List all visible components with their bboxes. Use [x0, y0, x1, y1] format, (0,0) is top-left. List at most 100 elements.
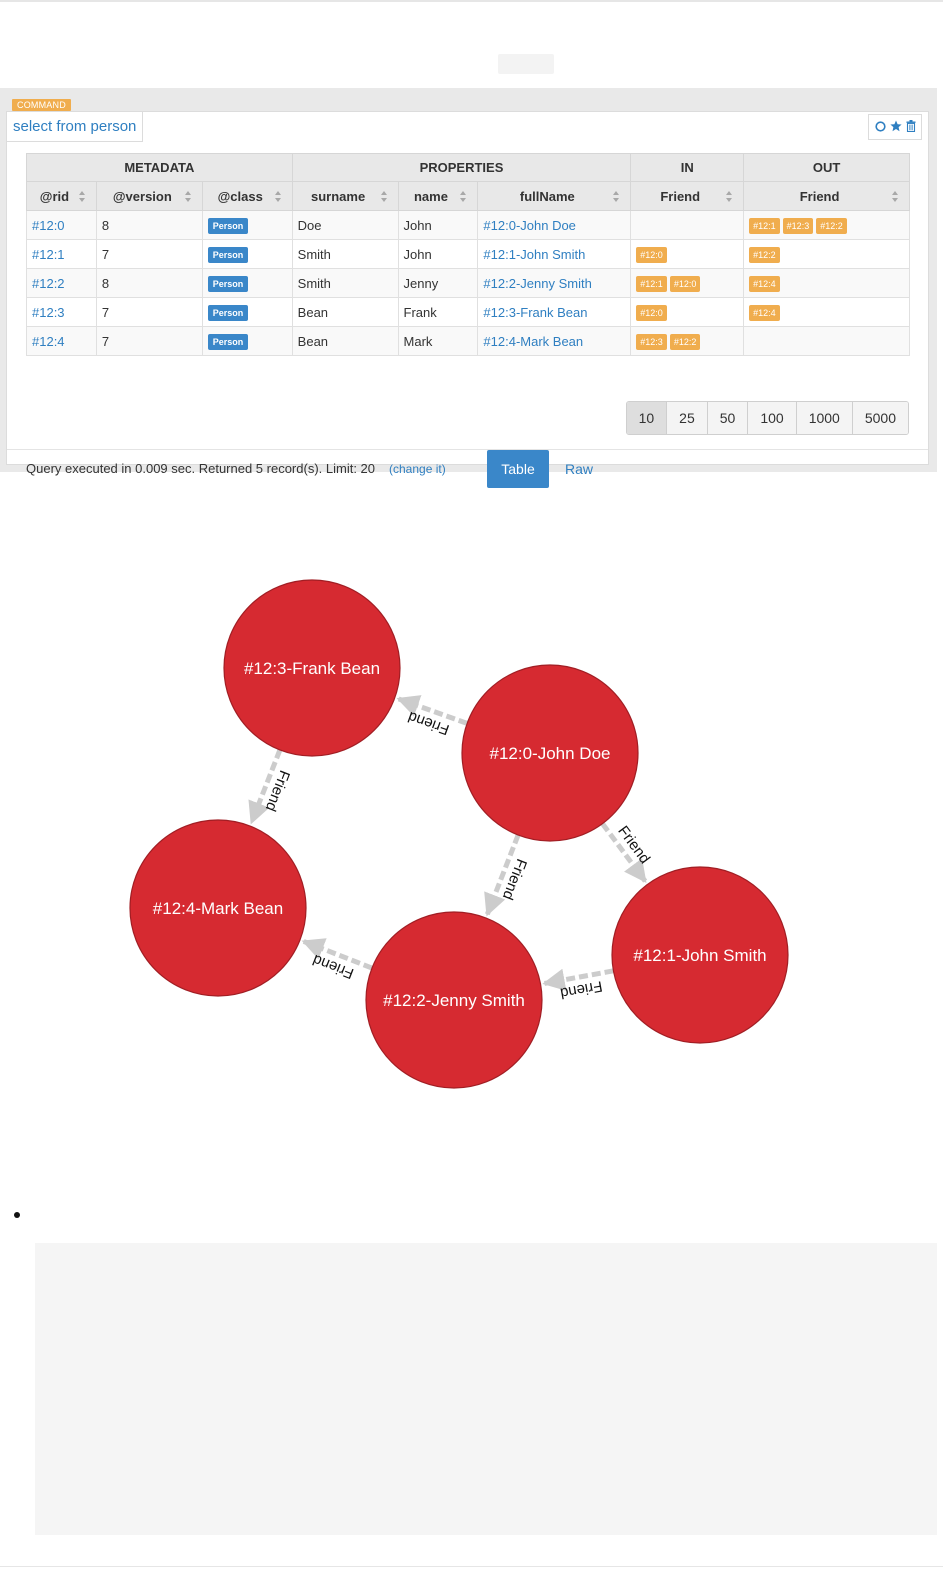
cell-class: Person [201, 297, 293, 327]
out-friend-link[interactable]: #12:4 [749, 304, 780, 321]
page-size-100[interactable]: 100 [747, 402, 796, 434]
node-label: #12:1-John Smith [633, 946, 766, 965]
cell-name: John [397, 210, 479, 240]
page-size-25[interactable]: 25 [666, 402, 707, 434]
cell-class: Person [201, 210, 293, 240]
bottom-divider [0, 1566, 943, 1567]
graph-node[interactable]: #12:0-John Doe [461, 664, 639, 842]
version-value: 8 [101, 217, 110, 233]
results-table-body: #12:0 8 Person Doe John #12:0-John Doe #12:1 #1… [26, 210, 910, 356]
query-text[interactable]: select from person [7, 112, 144, 142]
in-friend-link[interactable]: #12:2 [669, 333, 701, 350]
page-size-5000[interactable]: 5000 [851, 402, 908, 434]
column-header-out-friend[interactable]: Friend [743, 181, 910, 211]
table-row[interactable]: #12:3 7 Person Bean Frank #12:3-Frank Bean #12… [26, 297, 910, 327]
version-value: 7 [101, 304, 110, 320]
table-row[interactable]: #12:4 7 Person Bean Mark #12:4-Mark Bean #12:3… [26, 326, 910, 356]
change-limit-link[interactable]: (change it) [389, 462, 446, 476]
page-size-selector: 10 25 50 100 1000 5000 [625, 401, 909, 435]
table-row[interactable]: #12:2 8 Person Smith Jenny #12:2-Jenny Smith #… [26, 268, 910, 298]
edge-label: Friend [559, 977, 604, 1001]
out-friend-link[interactable]: #12:2 [749, 246, 780, 263]
cell-name: Mark [397, 326, 479, 356]
top-divider [0, 0, 943, 2]
column-header-name[interactable]: name [397, 181, 479, 211]
cell-in-friend: #12:1 #12:0 [630, 268, 745, 298]
cell-out-friend: #12:4 [743, 268, 910, 298]
in-friend-link[interactable]: #12:0 [636, 246, 667, 263]
circle-icon[interactable] [874, 120, 886, 134]
surname-value: Smith [297, 246, 331, 262]
rid-link[interactable]: #12:1 [32, 247, 65, 262]
rid-link[interactable]: #12:0 [32, 218, 65, 233]
graph-node[interactable]: #12:2-Jenny Smith [365, 911, 543, 1089]
fullname-link[interactable]: #12:4-Mark Bean [483, 334, 583, 349]
node-label: #12:0-John Doe [490, 744, 611, 763]
graph-view[interactable]: Friend Friend Friend Friend Friend Friend #12… [0, 560, 943, 1110]
in-friend-link[interactable]: #12:0 [669, 275, 701, 292]
in-friend-link[interactable]: #12:0 [636, 304, 667, 321]
tab-raw[interactable]: Raw [565, 461, 593, 477]
column-header-in-friend[interactable]: Friend [630, 181, 745, 211]
out-friend-link[interactable]: #12:4 [749, 275, 780, 292]
cell-name: Frank [397, 297, 479, 327]
column-header-rid[interactable]: @rid [26, 181, 97, 211]
cell-in-friend: #12:0 [630, 297, 745, 327]
command-panel-body: select from person METADATA PROPERTIES I… [6, 111, 929, 488]
star-icon[interactable] [889, 120, 902, 134]
cell-in-friend [630, 210, 745, 240]
sort-icon [613, 191, 620, 202]
version-value: 8 [101, 275, 110, 291]
group-header-out: OUT [743, 153, 910, 182]
cell-version: 7 [95, 297, 203, 327]
page-size-10[interactable]: 10 [626, 402, 667, 434]
cell-rid: #12:1 [26, 239, 97, 269]
column-header-class[interactable]: @class [201, 181, 293, 211]
graph-canvas[interactable]: FriendFriendFriendFriendFriendFriend #12… [0, 560, 943, 1110]
cell-rid: #12:3 [26, 297, 97, 327]
panel-footer-divider [7, 449, 928, 450]
cell-fullname: #12:2-Jenny Smith [477, 268, 632, 298]
graph-node[interactable]: #12:1-John Smith [611, 866, 789, 1044]
table-row[interactable]: #12:1 7 Person Smith John #12:1-John Smith #12… [26, 239, 910, 269]
graph-node[interactable]: #12:3-Frank Bean [223, 579, 401, 757]
table-row[interactable]: #12:0 8 Person Doe John #12:0-John Doe #12:1 #1… [26, 210, 910, 240]
cell-class: Person [201, 326, 293, 356]
cell-fullname: #12:3-Frank Bean [477, 297, 632, 327]
in-friend-link[interactable]: #12:3 [636, 333, 667, 350]
rid-link[interactable]: #12:2 [32, 276, 65, 291]
tab-table[interactable]: Table [487, 450, 549, 488]
toolbar-placeholder [498, 54, 554, 74]
name-value: Jenny [403, 275, 439, 291]
class-badge: Person [207, 217, 249, 234]
cell-version: 8 [95, 210, 203, 240]
cell-fullname: #12:1-John Smith [477, 239, 632, 269]
fullname-link[interactable]: #12:2-Jenny Smith [483, 276, 591, 291]
fullname-link[interactable]: #12:0-John Doe [483, 218, 576, 233]
out-friend-link[interactable]: #12:3 [782, 217, 814, 234]
column-header-version[interactable]: @version [95, 181, 203, 211]
trash-icon[interactable] [906, 120, 916, 134]
fullname-link[interactable]: #12:1-John Smith [483, 247, 585, 262]
cell-in-friend: #12:0 [630, 239, 745, 269]
column-header-surname[interactable]: surname [291, 181, 399, 211]
page-size-50[interactable]: 50 [706, 402, 748, 434]
sort-icon [460, 191, 467, 202]
column-header-fullname[interactable]: fullName [477, 181, 632, 211]
out-friend-link[interactable]: #12:1 [749, 217, 780, 234]
cell-surname: Doe [291, 210, 399, 240]
cell-surname: Smith [291, 268, 399, 298]
rid-link[interactable]: #12:4 [32, 334, 65, 349]
page-size-1000[interactable]: 1000 [795, 402, 852, 434]
in-friend-link[interactable]: #12:1 [636, 275, 667, 292]
fullname-link[interactable]: #12:3-Frank Bean [483, 305, 587, 320]
name-value: Frank [403, 304, 437, 320]
group-header-properties: PROPERTIES [291, 153, 632, 182]
cell-rid: #12:4 [26, 326, 97, 356]
cell-fullname: #12:0-John Doe [477, 210, 632, 240]
editor-area[interactable] [35, 1243, 937, 1535]
cell-version: 8 [95, 268, 203, 298]
rid-link[interactable]: #12:3 [32, 305, 65, 320]
out-friend-link[interactable]: #12:2 [816, 217, 847, 234]
graph-node[interactable]: #12:4-Mark Bean [129, 819, 307, 997]
